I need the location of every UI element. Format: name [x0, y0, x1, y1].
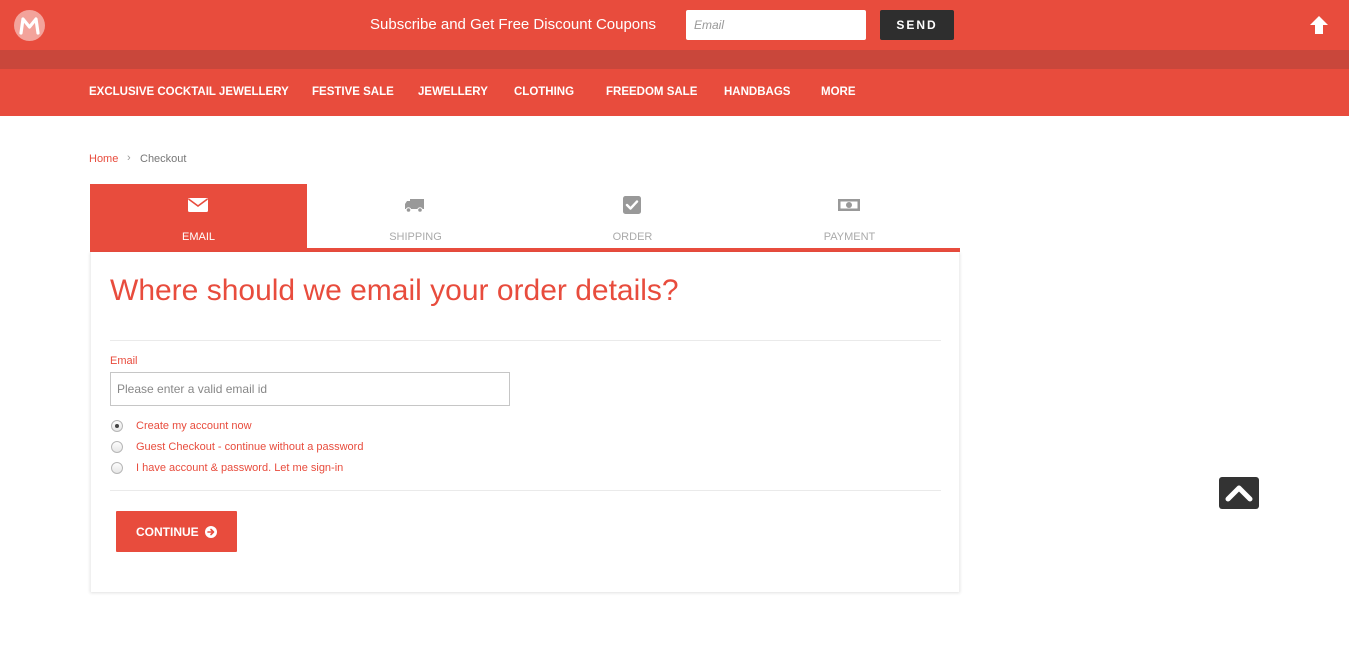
radio-guest-checkout[interactable] [111, 441, 123, 453]
envelope-icon [186, 195, 210, 215]
option-label[interactable]: Guest Checkout - continue without a pass… [136, 441, 363, 453]
money-icon [837, 195, 861, 215]
step-email[interactable]: EMAIL [90, 184, 307, 252]
breadcrumb-current: Checkout [140, 153, 187, 165]
step-shipping[interactable]: SHIPPING [307, 184, 524, 248]
arrow-circle-right-icon [205, 525, 217, 538]
checkbox-icon [620, 195, 644, 215]
subscribe-text: Subscribe and Get Free Discount Coupons [370, 16, 656, 33]
breadcrumb-separator: › [127, 152, 131, 164]
arrow-up-icon[interactable] [1308, 14, 1330, 36]
step-label: SHIPPING [389, 231, 442, 243]
nav-item-handbags[interactable]: HANDBAGS [724, 86, 790, 98]
scroll-to-top-button[interactable] [1219, 477, 1259, 509]
send-button[interactable]: SEND [880, 10, 954, 40]
truck-icon [403, 195, 427, 215]
breadcrumb-home-link[interactable]: Home [89, 153, 118, 165]
divider [110, 490, 941, 491]
nav-item-exclusive-cocktail-jewellery[interactable]: EXCLUSIVE COCKTAIL JEWELLERY [89, 86, 289, 98]
radio-create-account[interactable] [111, 420, 123, 432]
page-title: Where should we email your order details… [110, 274, 679, 307]
nav-item-festive-sale[interactable]: FESTIVE SALE [312, 86, 394, 98]
step-label: EMAIL [181, 231, 215, 243]
subscribe-bar: Subscribe and Get Free Discount Coupons … [0, 0, 1349, 50]
continue-button[interactable]: CONTINUE [116, 511, 237, 552]
option-label[interactable]: Create my account now [136, 420, 252, 432]
continue-label: CONTINUE [135, 524, 199, 539]
nav-item-more[interactable]: MORE [821, 86, 856, 98]
chevron-up-icon [1225, 485, 1253, 502]
nav-item-freedom-sale[interactable]: FREEDOM SALE [606, 86, 697, 98]
checkout-steps: EMAIL SHIPPING ORDER PAYMENT [90, 184, 960, 252]
step-payment[interactable]: PAYMENT [741, 184, 958, 248]
nav-item-jewellery[interactable]: JEWELLERY [418, 86, 488, 98]
radio-sign-in[interactable] [111, 462, 123, 474]
m-logo-icon[interactable] [14, 10, 45, 41]
option-label[interactable]: I have account & password. Let me sign-i… [136, 462, 343, 474]
main-nav: EXCLUSIVE COCKTAIL JEWELLERY FESTIVE SAL… [0, 69, 1349, 116]
divider [110, 340, 941, 341]
email-label: Email [110, 355, 138, 367]
email-field[interactable] [110, 372, 510, 406]
subscribe-email-input[interactable] [686, 10, 866, 40]
step-order[interactable]: ORDER [524, 184, 741, 248]
email-step-card: Where should we email your order details… [90, 252, 960, 592]
step-label: ORDER [612, 231, 653, 243]
step-label: PAYMENT [823, 231, 876, 243]
nav-item-clothing[interactable]: CLOTHING [514, 86, 574, 98]
header-stripe [0, 50, 1349, 69]
